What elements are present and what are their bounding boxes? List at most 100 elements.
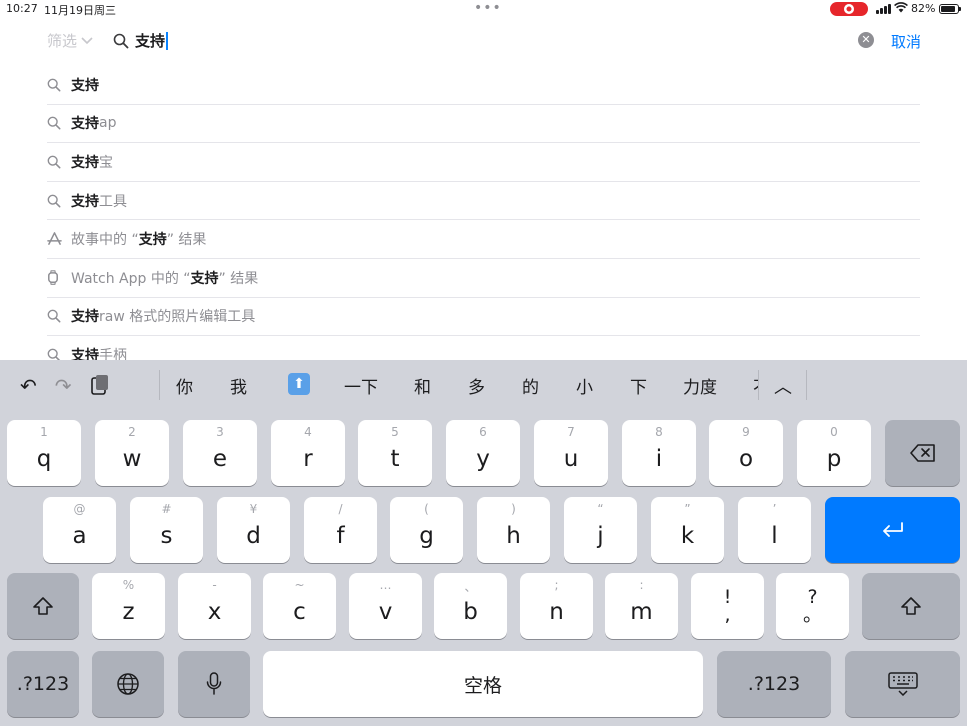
key-g[interactable]: (g	[390, 497, 463, 563]
status-bar: 10:27 11月19日周三 ••• 82%	[0, 0, 967, 18]
redo-icon[interactable]: ↷	[55, 374, 72, 401]
list-item[interactable]: 支持	[47, 66, 920, 105]
key-question-period[interactable]: ?。	[776, 573, 849, 639]
key-v[interactable]: … v	[349, 573, 422, 639]
key-h[interactable]: ) h	[477, 497, 550, 563]
candidate-emoji[interactable]: ⬆	[288, 373, 310, 395]
key-bottom-label: ,	[724, 604, 731, 626]
key-label: g	[419, 523, 434, 549]
numbers-button[interactable]: .?123	[7, 651, 79, 717]
key-l[interactable]: ’ l	[738, 497, 811, 563]
key-hint: 4	[304, 425, 312, 439]
list-item[interactable]: 支持宝	[47, 143, 920, 182]
list-item[interactable]: Watch App 中的 “支持” 结果	[47, 259, 920, 298]
return-button[interactable]	[825, 497, 960, 563]
search-icon	[47, 309, 71, 323]
key-exclamation-comma[interactable]: !,	[691, 573, 764, 639]
shift-button[interactable]	[7, 573, 79, 639]
key-j[interactable]: “j	[564, 497, 637, 563]
globe-icon	[117, 673, 139, 695]
undo-icon[interactable]: ↶	[20, 374, 37, 401]
candidate[interactable]: 和	[414, 373, 431, 398]
key-b[interactable]: 、 b	[434, 573, 507, 639]
key-n[interactable]: ; n	[520, 573, 593, 639]
key-label: j	[597, 523, 604, 549]
globe-button[interactable]	[92, 651, 164, 717]
key-c[interactable]: ~ c	[263, 573, 336, 639]
list-item[interactable]: 支持 raw 格式的照片编辑工具	[47, 298, 920, 337]
key-hint: /	[338, 502, 343, 516]
wifi-icon	[894, 2, 908, 16]
key-t[interactable]: 5t	[358, 420, 432, 486]
clear-search-icon[interactable]: ✕	[858, 32, 874, 48]
filter-dropdown[interactable]: 筛选	[47, 30, 93, 51]
key-hint: )	[511, 502, 516, 516]
key-label: v	[378, 599, 393, 625]
candidate[interactable]: 一下	[344, 373, 378, 398]
numbers-button-right[interactable]: .?123	[717, 651, 831, 717]
key-z[interactable]: % z	[92, 573, 165, 639]
suggestion-match: 支持	[71, 309, 99, 326]
key-u[interactable]: 7u	[534, 420, 608, 486]
key-m[interactable]: :m	[605, 573, 678, 639]
key-o[interactable]: 9o	[709, 420, 783, 486]
candidate[interactable]: 我	[230, 373, 247, 398]
key-hint: -	[212, 578, 217, 592]
key-hint: 1	[40, 425, 48, 439]
key-s[interactable]: # s	[130, 497, 203, 563]
candidate[interactable]: 的	[522, 373, 539, 398]
cancel-button[interactable]: 取消	[891, 31, 921, 52]
candidate[interactable]: 下	[630, 373, 647, 398]
suggestion-suffix: 宝	[99, 154, 113, 171]
list-item[interactable]: 支持 工具	[47, 182, 920, 221]
suggestion-prefix: Watch App 中的 “	[71, 270, 191, 287]
candidate[interactable]: 力度	[683, 373, 717, 398]
key-hint: %	[122, 578, 135, 592]
search-query: 支持	[135, 32, 166, 50]
key-p[interactable]: 0p	[797, 420, 871, 486]
key-i[interactable]: 8i	[622, 420, 696, 486]
key-k[interactable]: ” k	[651, 497, 724, 563]
key-x[interactable]: -x	[178, 573, 251, 639]
key-label: q	[36, 446, 52, 472]
key-label: c	[293, 599, 306, 625]
text-caret	[166, 31, 169, 50]
key-label: a	[72, 523, 87, 549]
key-hint: 0	[830, 425, 838, 439]
key-hint: 5	[391, 425, 399, 439]
candidate[interactable]: 小	[576, 373, 593, 398]
space-bar[interactable]: 空格	[263, 651, 703, 717]
expand-candidates-icon[interactable]: ︿	[774, 373, 792, 399]
candidate[interactable]: 多	[468, 373, 485, 398]
suggestion-prefix: 故事中的 “	[71, 232, 139, 249]
list-item[interactable]: 故事中的 “支持” 结果	[47, 220, 920, 259]
paste-icon[interactable]	[90, 374, 110, 401]
shift-button-right[interactable]	[862, 573, 960, 639]
screen-recording-icon[interactable]	[830, 2, 868, 16]
key-d[interactable]: ¥ d	[217, 497, 290, 563]
key-y[interactable]: 6y	[446, 420, 520, 486]
more-dots-icon[interactable]: •••	[474, 0, 502, 16]
key-r[interactable]: 4r	[271, 420, 345, 486]
key-hint: 6	[479, 425, 487, 439]
search-input[interactable]: 支持	[135, 30, 169, 51]
key-a[interactable]: @ a	[43, 497, 116, 563]
key-q[interactable]: 1q	[7, 420, 81, 486]
key-hint: (	[424, 502, 429, 516]
key-e[interactable]: 3e	[183, 420, 257, 486]
dictation-button[interactable]	[178, 651, 250, 717]
list-item[interactable]: 支持 ap	[47, 105, 920, 144]
watch-icon	[47, 270, 71, 286]
key-hint: ;	[554, 578, 559, 592]
key-w[interactable]: 2w	[95, 420, 169, 486]
suggestion-match: 支持	[71, 193, 99, 210]
dismiss-keyboard-button[interactable]	[845, 651, 960, 717]
candidate[interactable]: 你	[176, 373, 193, 398]
delete-button[interactable]	[885, 420, 960, 486]
suggestion-match: 支持	[71, 116, 99, 133]
key-label: z	[122, 599, 135, 625]
search-field[interactable]: 支持	[113, 30, 169, 51]
key-label: o	[738, 446, 754, 472]
cellular-signal-icon	[876, 4, 892, 14]
key-f[interactable]: / f	[304, 497, 377, 563]
